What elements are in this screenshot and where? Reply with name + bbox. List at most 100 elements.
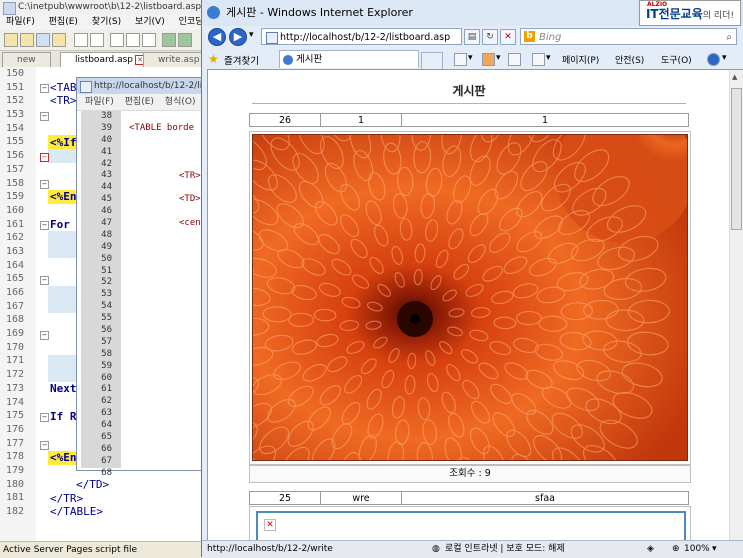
source-line: <TABLE borde	[129, 123, 194, 133]
address-bar[interactable]: http://localhost/b/12-2/listboard.asp	[261, 28, 462, 45]
line-number: 152	[0, 94, 36, 108]
editor-menu-file[interactable]: 파일(F)	[6, 17, 35, 27]
brand-logo-tail: 의 리더!	[703, 11, 734, 21]
code-line: If R	[50, 410, 77, 424]
post-image-frame: ✕	[249, 506, 691, 541]
line-number: 178	[0, 450, 36, 464]
search-input[interactable]: b Bing ⌕	[520, 28, 737, 45]
code-line: </TD>	[76, 478, 109, 492]
tab-listboard[interactable]: listboard.asp ✕	[60, 52, 148, 68]
save-all-icon[interactable]	[52, 33, 66, 47]
line-number: 52	[81, 277, 121, 289]
source-menu-file[interactable]: 파일(F)	[85, 97, 114, 107]
brand-logo-small: ALZIO	[647, 0, 667, 18]
tab-write-label: write.asp	[158, 55, 199, 65]
save-icon[interactable]	[36, 33, 50, 47]
cut-icon[interactable]	[110, 33, 124, 47]
back-icon[interactable]: ◀	[208, 28, 226, 46]
safety-menu[interactable]: 안전(S)	[615, 53, 644, 66]
page-scrollbar[interactable]: ▲	[729, 70, 743, 540]
line-number: 169	[0, 327, 36, 341]
fold-toggle[interactable]: −	[40, 112, 49, 121]
page-title: 게시판	[208, 82, 730, 99]
feeds-dropdown-icon[interactable]: ▾	[496, 53, 501, 63]
fold-toggle[interactable]: −	[40, 221, 49, 230]
page-menu[interactable]: 페이지(P)	[562, 53, 599, 66]
line-number: 175	[0, 409, 36, 423]
editor-menu-find[interactable]: 찾기(S)	[92, 17, 121, 27]
open-folder-icon[interactable]	[20, 33, 34, 47]
new-tab-button[interactable]	[421, 52, 443, 70]
copy-icon[interactable]	[126, 33, 140, 47]
brand-logo: ALZIO IT전문교육의 리더!	[639, 0, 741, 26]
home-dropdown-icon[interactable]: ▾	[468, 53, 473, 63]
undo-icon[interactable]	[162, 33, 176, 47]
scroll-up-icon[interactable]: ▲	[732, 73, 737, 81]
fold-toggle[interactable]: −	[40, 153, 49, 162]
line-number: 54	[81, 301, 121, 313]
favorites-star-icon[interactable]: ★	[208, 52, 219, 66]
print-icon[interactable]	[74, 33, 88, 47]
compat-view-icon[interactable]: ▤	[464, 29, 480, 45]
security-zone[interactable]: 로컬 인트라넷 | 보호 모드: 해제	[445, 541, 565, 558]
tab-board[interactable]: 게시판	[279, 50, 419, 68]
line-number: 167	[0, 300, 36, 314]
line-number: 56	[81, 325, 121, 337]
code-line: Next	[50, 382, 77, 396]
tools-menu[interactable]: 도구(O)	[661, 53, 692, 66]
zoom-dropdown-icon[interactable]: ▾	[712, 541, 717, 558]
paste-icon[interactable]	[142, 33, 156, 47]
source-menu-edit[interactable]: 편집(E)	[125, 97, 154, 107]
line-number: 38	[81, 111, 121, 123]
line-number: 47	[81, 218, 121, 230]
favorites-button[interactable]: 즐겨찾기	[224, 53, 259, 67]
help-dropdown-icon[interactable]: ▾	[722, 53, 727, 63]
line-number: 172	[0, 368, 36, 382]
scroll-thumb[interactable]	[731, 88, 742, 230]
line-number: 171	[0, 354, 36, 368]
help-icon[interactable]	[707, 53, 720, 66]
new-file-icon[interactable]	[4, 33, 18, 47]
print-icon[interactable]	[532, 53, 545, 66]
code-line: For	[50, 218, 70, 232]
fold-toggle[interactable]: −	[40, 84, 49, 93]
print-dropdown-icon[interactable]: ▾	[546, 53, 551, 63]
fold-toggle[interactable]: −	[40, 331, 49, 340]
source-menu-format[interactable]: 형식(O)	[165, 97, 196, 107]
fold-toggle[interactable]: −	[40, 180, 49, 189]
line-number: 48	[81, 230, 121, 242]
line-number: 64	[81, 420, 121, 432]
fold-toggle[interactable]: −	[40, 276, 49, 285]
history-dropdown-icon[interactable]: ▾	[249, 30, 254, 40]
editor-line-numbers: 1501511521531541551561571581591601611621…	[0, 67, 36, 542]
editor-menu-view[interactable]: 보기(V)	[135, 17, 165, 27]
search-icon[interactable]: ⌕	[726, 29, 732, 46]
print-preview-icon[interactable]	[90, 33, 104, 47]
forward-icon[interactable]: ▶	[229, 28, 247, 46]
line-number: 170	[0, 341, 36, 355]
redo-icon[interactable]	[178, 33, 192, 47]
stop-icon[interactable]: ✕	[500, 29, 516, 45]
flower-photo[interactable]	[252, 134, 688, 461]
feeds-icon[interactable]	[482, 53, 495, 66]
fold-toggle[interactable]: −	[40, 413, 49, 422]
broken-image[interactable]: ✕	[256, 511, 686, 541]
line-number: 154	[0, 122, 36, 136]
refresh-icon[interactable]: ↻	[482, 29, 498, 45]
source-window: http://localhost/b/12-2/listboard.asp 파일…	[76, 77, 208, 471]
home-icon[interactable]	[454, 53, 467, 66]
source-titlebar: http://localhost/b/12-2/listboard.asp	[77, 78, 207, 94]
tab-new[interactable]: new	[2, 52, 51, 68]
fold-toggle[interactable]: −	[40, 441, 49, 450]
source-line: <TR>	[179, 171, 201, 181]
source-line: <cen	[179, 218, 201, 228]
mail-icon[interactable]	[508, 53, 521, 66]
source-text-area[interactable]: 3839404142434445464748495051525354555657…	[77, 111, 207, 470]
editor-menu-edit[interactable]: 편집(E)	[49, 17, 78, 27]
post-subject[interactable]: 1	[401, 113, 689, 127]
web-page: 게시판 26 1 1	[207, 69, 743, 541]
globe-icon: ◍	[432, 541, 440, 558]
post-subject[interactable]: sfaa	[401, 491, 689, 505]
line-number: 49	[81, 242, 121, 254]
zoom-level[interactable]: 100%	[684, 541, 710, 558]
